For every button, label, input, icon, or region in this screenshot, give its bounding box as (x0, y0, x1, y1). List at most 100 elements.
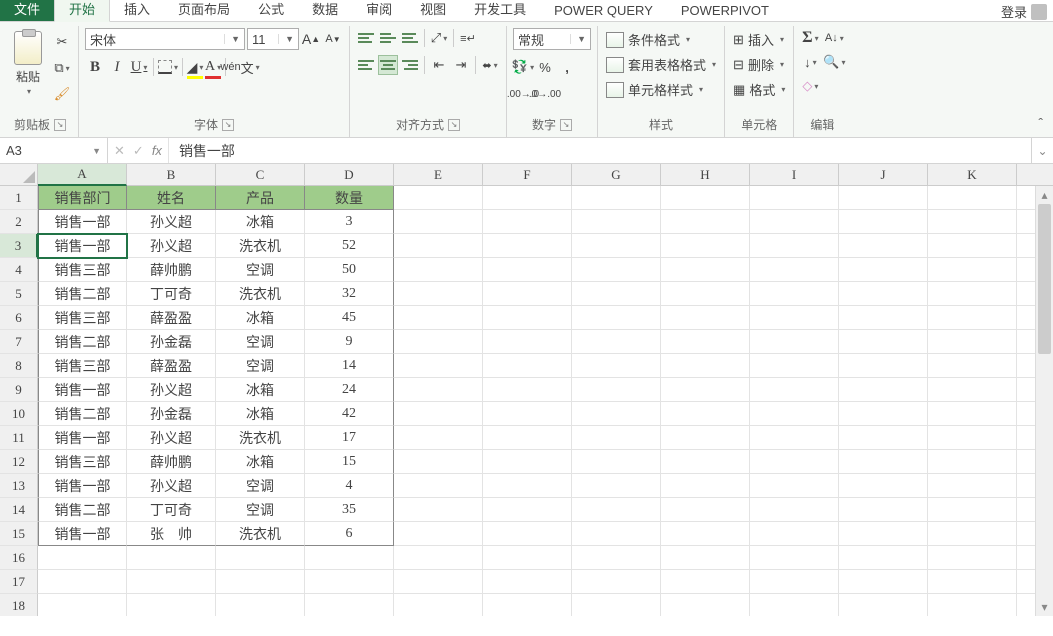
cell-E3[interactable] (394, 234, 483, 258)
cell-H10[interactable] (661, 402, 750, 426)
cell-K17[interactable] (928, 570, 1017, 594)
cell-I3[interactable] (750, 234, 839, 258)
cell-J10[interactable] (839, 402, 928, 426)
chevron-down-icon[interactable]: ▼ (92, 146, 101, 156)
cell-G15[interactable] (572, 522, 661, 546)
cell-K9[interactable] (928, 378, 1017, 402)
cell-A11[interactable]: 销售一部 (38, 426, 127, 450)
col-header-E[interactable]: E (394, 164, 483, 186)
cell-I15[interactable] (750, 522, 839, 546)
cell-I8[interactable] (750, 354, 839, 378)
cell-J1[interactable] (839, 186, 928, 210)
cell-F15[interactable] (483, 522, 572, 546)
cell-F9[interactable] (483, 378, 572, 402)
cell-K4[interactable] (928, 258, 1017, 282)
cell-E18[interactable] (394, 594, 483, 616)
cell-I14[interactable] (750, 498, 839, 522)
format-cells-button[interactable]: ▦格式▾ (731, 78, 787, 101)
cell-H13[interactable] (661, 474, 750, 498)
cell-A13[interactable]: 销售一部 (38, 474, 127, 498)
cell-A2[interactable]: 销售一部 (38, 210, 127, 234)
col-header-B[interactable]: B (127, 164, 216, 186)
align-left-button[interactable] (356, 55, 376, 75)
col-header-C[interactable]: C (216, 164, 305, 186)
cell-A15[interactable]: 销售一部 (38, 522, 127, 546)
cell-H6[interactable] (661, 306, 750, 330)
chevron-down-icon[interactable]: ▼ (224, 34, 240, 44)
tab-0[interactable]: 开始 (54, 0, 110, 22)
row-header-12[interactable]: 12 (0, 450, 38, 474)
cell-K10[interactable] (928, 402, 1017, 426)
cell-F11[interactable] (483, 426, 572, 450)
cell-J9[interactable] (839, 378, 928, 402)
cell-J15[interactable] (839, 522, 928, 546)
indent-increase-button[interactable]: ⇥ (451, 55, 471, 75)
cell-B2[interactable]: 孙义超 (127, 210, 216, 234)
row-header-3[interactable]: 3 (0, 234, 38, 258)
cell-E17[interactable] (394, 570, 483, 594)
cell-I4[interactable] (750, 258, 839, 282)
cell-D17[interactable] (305, 570, 394, 594)
cell-E12[interactable] (394, 450, 483, 474)
login-button[interactable]: 登录 (1001, 2, 1047, 21)
cell-J8[interactable] (839, 354, 928, 378)
alignment-launcher[interactable]: ↘ (448, 119, 460, 131)
cell-D1[interactable]: 数量 (305, 186, 394, 210)
cut-button[interactable]: ✂ (52, 32, 72, 52)
cell-G16[interactable] (572, 546, 661, 570)
cell-B4[interactable]: 薛帅鹏 (127, 258, 216, 282)
cell-A18[interactable] (38, 594, 127, 616)
cell-J13[interactable] (839, 474, 928, 498)
cell-J5[interactable] (839, 282, 928, 306)
cell-C8[interactable]: 空调 (216, 354, 305, 378)
col-header-G[interactable]: G (572, 164, 661, 186)
cell-C17[interactable] (216, 570, 305, 594)
cell-D18[interactable] (305, 594, 394, 616)
cell-A7[interactable]: 销售二部 (38, 330, 127, 354)
underline-button[interactable]: U▾ (129, 57, 149, 77)
scroll-down-button[interactable]: ▾ (1036, 598, 1053, 616)
row-header-18[interactable]: 18 (0, 594, 38, 616)
cell-K3[interactable] (928, 234, 1017, 258)
cell-G10[interactable] (572, 402, 661, 426)
clear-button[interactable]: ◇▾ (800, 76, 820, 96)
cell-J16[interactable] (839, 546, 928, 570)
fill-button[interactable]: ↓▾ (800, 52, 820, 72)
col-header-H[interactable]: H (661, 164, 750, 186)
cell-I2[interactable] (750, 210, 839, 234)
cell-H17[interactable] (661, 570, 750, 594)
cell-A4[interactable]: 销售三部 (38, 258, 127, 282)
cell-G6[interactable] (572, 306, 661, 330)
cell-I16[interactable] (750, 546, 839, 570)
cell-H15[interactable] (661, 522, 750, 546)
cell-F4[interactable] (483, 258, 572, 282)
align-right-button[interactable] (400, 55, 420, 75)
cell-C6[interactable]: 冰箱 (216, 306, 305, 330)
clipboard-launcher[interactable]: ↘ (54, 119, 66, 131)
cell-I5[interactable] (750, 282, 839, 306)
indent-decrease-button[interactable]: ⇤ (429, 55, 449, 75)
cell-C7[interactable]: 空调 (216, 330, 305, 354)
enter-formula-button[interactable]: ✓ (133, 143, 144, 159)
cell-H11[interactable] (661, 426, 750, 450)
cell-K18[interactable] (928, 594, 1017, 616)
col-header-L[interactable]: L (1017, 164, 1053, 186)
cell-G17[interactable] (572, 570, 661, 594)
cell-F3[interactable] (483, 234, 572, 258)
cell-D12[interactable]: 15 (305, 450, 394, 474)
cell-J14[interactable] (839, 498, 928, 522)
cell-B17[interactable] (127, 570, 216, 594)
cell-B3[interactable]: 孙义超 (127, 234, 216, 258)
cell-F18[interactable] (483, 594, 572, 616)
cell-I11[interactable] (750, 426, 839, 450)
cell-F17[interactable] (483, 570, 572, 594)
border-button[interactable]: ▾ (158, 57, 178, 77)
row-header-1[interactable]: 1 (0, 186, 38, 210)
cell-E7[interactable] (394, 330, 483, 354)
cell-I1[interactable] (750, 186, 839, 210)
cell-F13[interactable] (483, 474, 572, 498)
cell-C3[interactable]: 洗衣机 (216, 234, 305, 258)
cell-A1[interactable]: 销售部门 (38, 186, 127, 210)
accounting-button[interactable]: 💱▾ (513, 57, 533, 77)
row-header-16[interactable]: 16 (0, 546, 38, 570)
